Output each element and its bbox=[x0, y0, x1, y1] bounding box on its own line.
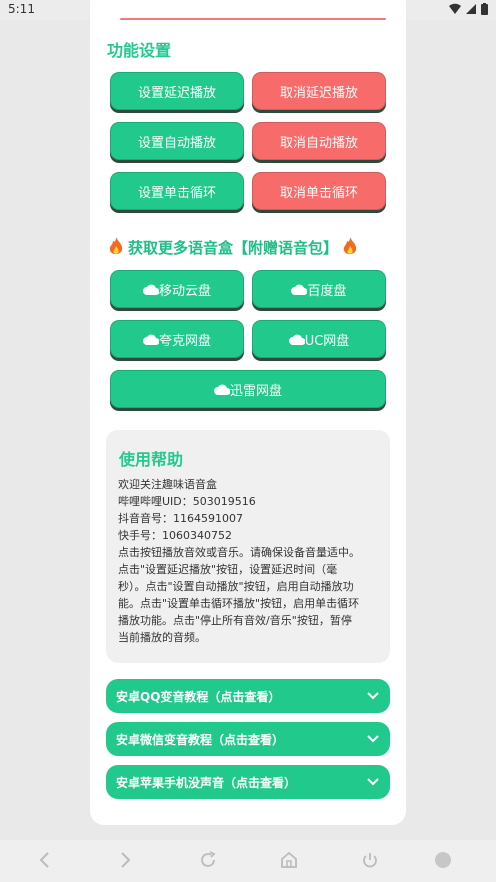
power-icon[interactable] bbox=[360, 850, 380, 870]
uc-pan-label: UC网盘 bbox=[304, 333, 350, 349]
assistant-circle-icon[interactable] bbox=[433, 850, 453, 870]
help-line: 抖音音号：1164591007 bbox=[118, 512, 243, 525]
accordion-label: 安卓微信变音教程（点击查看） bbox=[116, 732, 285, 747]
set-loop-button[interactable]: 设置单击循环 bbox=[110, 172, 244, 210]
chevron-down-icon bbox=[367, 778, 379, 786]
fire-icon bbox=[109, 237, 123, 255]
set-delay-button[interactable]: 设置延迟播放 bbox=[110, 72, 244, 110]
accordion-label: 安卓QQ变音教程（点击查看） bbox=[116, 689, 281, 704]
mobile-cloud-label: 移动云盘 bbox=[158, 283, 211, 299]
set-auto-button[interactable]: 设置自动播放 bbox=[110, 122, 244, 160]
promo-banner: 获取更多语音盒【附赠语音包】 bbox=[108, 236, 378, 258]
cancel-auto-button[interactable]: 取消自动播放 bbox=[252, 122, 386, 160]
cloud-icon bbox=[288, 334, 305, 345]
help-line: 快手号：1060340752 bbox=[118, 529, 232, 542]
refresh-icon[interactable] bbox=[198, 850, 218, 870]
help-body: 欢迎关注趣味语音盒 哔哩哔哩UID：503019516 抖音音号：1164591… bbox=[118, 476, 380, 646]
section-title: 功能设置 bbox=[107, 41, 172, 60]
accordion-qq-tutorial[interactable]: 安卓QQ变音教程（点击查看） bbox=[106, 679, 390, 713]
help-title: 使用帮助 bbox=[119, 450, 184, 469]
mobile-cloud-button[interactable]: 移动云盘 bbox=[110, 270, 244, 308]
help-line: 点击按钮播放音效或音乐。请确保设备音量适中。 bbox=[118, 546, 360, 559]
back-icon[interactable] bbox=[38, 850, 52, 870]
wifi-icon bbox=[449, 3, 461, 14]
help-line: 能。点击"设置单击循环播放"按钮，启用单击循环 bbox=[118, 597, 360, 610]
system-nav-bar bbox=[0, 840, 496, 882]
xunlei-pan-button[interactable]: 迅雷网盘 bbox=[110, 370, 386, 408]
cancel-loop-button[interactable]: 取消单击循环 bbox=[252, 172, 386, 210]
signal-icon bbox=[466, 4, 476, 14]
top-divider bbox=[120, 18, 386, 20]
baidu-pan-label: 百度盘 bbox=[307, 283, 347, 299]
accordion-label: 安卓苹果手机没声音（点击查看） bbox=[116, 775, 297, 790]
cloud-icon bbox=[142, 334, 159, 345]
quark-pan-button[interactable]: 夸克网盘 bbox=[110, 320, 244, 358]
help-line: 当前播放的音频。 bbox=[118, 631, 206, 644]
baidu-pan-button[interactable]: 百度盘 bbox=[252, 270, 386, 308]
status-time: 5:11 bbox=[8, 2, 35, 16]
forward-icon[interactable] bbox=[118, 850, 132, 870]
cloud-icon bbox=[291, 284, 308, 295]
uc-pan-button[interactable]: UC网盘 bbox=[252, 320, 386, 358]
help-panel: 使用帮助 欢迎关注趣味语音盒 哔哩哔哩UID：503019516 抖音音号：11… bbox=[106, 430, 390, 663]
chevron-down-icon bbox=[367, 692, 379, 700]
help-line: 点击"设置延迟播放"按钮，设置延迟时间（毫 bbox=[118, 563, 338, 576]
help-line: 播放功能。点击"停止所有音效/音乐"按钮，暂停 bbox=[118, 614, 352, 627]
status-icons bbox=[449, 3, 488, 15]
cloud-icon bbox=[142, 284, 159, 295]
promo-text: 获取更多语音盒【附赠语音包】 bbox=[128, 238, 339, 257]
help-line: 哔哩哔哩UID：503019516 bbox=[118, 495, 256, 508]
help-line: 欢迎关注趣味语音盒 bbox=[118, 478, 217, 491]
accordion-wechat-tutorial[interactable]: 安卓微信变音教程（点击查看） bbox=[106, 722, 390, 756]
cancel-delay-button[interactable]: 取消延迟播放 bbox=[252, 72, 386, 110]
accordion-no-sound[interactable]: 安卓苹果手机没声音（点击查看） bbox=[106, 765, 390, 799]
chevron-down-icon bbox=[367, 735, 379, 743]
home-icon[interactable] bbox=[279, 850, 299, 870]
help-line: 秒）。点击"设置自动播放"按钮，启用自动播放功 bbox=[118, 580, 354, 593]
xunlei-pan-label: 迅雷网盘 bbox=[229, 383, 282, 399]
cloud-icon bbox=[213, 384, 230, 395]
quark-pan-label: 夸克网盘 bbox=[158, 333, 211, 349]
battery-icon bbox=[481, 3, 488, 15]
fire-icon bbox=[343, 237, 357, 255]
